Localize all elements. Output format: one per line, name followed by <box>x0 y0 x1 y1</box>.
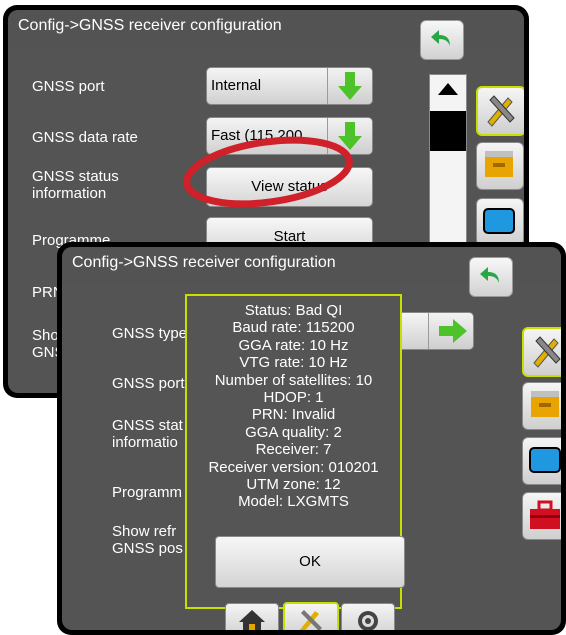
gnss-port-dropdown[interactable]: Internal <box>206 67 373 105</box>
gnss-status-label: GNSS status information <box>32 168 119 202</box>
front-screen-content: Config->GNSS receiver configuration GNSS… <box>62 247 561 630</box>
gnss-port-label: GNSS port <box>112 375 185 392</box>
status-line: UTM zone: 12 <box>246 476 341 494</box>
display-icon <box>483 208 515 234</box>
status-line: GGA rate: 10 Hz <box>238 336 349 354</box>
tools-tab[interactable] <box>476 86 524 136</box>
gnss-type-label: GNSS type <box>112 325 188 342</box>
front-screen: Config->GNSS receiver configuration GNSS… <box>57 242 566 635</box>
status-line: Receiver version: 010201 <box>208 458 379 476</box>
tools-bottom-tab[interactable] <box>283 602 339 630</box>
gnss-port-label: GNSS port <box>32 78 105 95</box>
gnss-status-label: GNSS stat informatio <box>112 417 183 451</box>
back-button[interactable] <box>469 257 513 297</box>
home-tab[interactable] <box>225 603 279 630</box>
scroll-up-icon <box>438 83 458 95</box>
gnss-data-rate-label: GNSS data rate <box>32 129 138 146</box>
green-down-arrow-icon <box>338 72 362 100</box>
status-line: Model: LXGMTS <box>238 493 349 511</box>
page-title: Config->GNSS receiver configuration <box>72 254 336 271</box>
highlight-circle <box>183 136 353 208</box>
tools-tab[interactable] <box>522 327 561 377</box>
status-line: PRN: Invalid <box>251 406 336 424</box>
status-line: HDOP: 1 <box>263 389 324 407</box>
status-line: GGA quality: 2 <box>245 423 342 441</box>
back-button[interactable] <box>420 20 464 60</box>
status-line: Baud rate: 115200 <box>232 319 355 337</box>
gnss-port-value: Internal <box>211 77 262 94</box>
gnss-status-dialog: Status: Bad QI Baud rate: 115200 GGA rat… <box>185 294 405 609</box>
settings-tab[interactable] <box>341 603 395 630</box>
green-right-arrow-icon <box>439 319 467 343</box>
show-refresh-label: Show refr GNSS pos <box>112 523 183 557</box>
tools-icon <box>487 95 515 127</box>
status-line: Status: Bad QI <box>244 302 343 319</box>
console-icon <box>485 151 513 177</box>
home-icon <box>239 610 265 630</box>
programme-label: Programm <box>112 484 183 501</box>
scroll-thumb[interactable] <box>430 111 466 151</box>
tools-icon <box>533 336 561 368</box>
gear-icon <box>358 611 378 630</box>
toolbox-tab[interactable] <box>522 492 561 540</box>
ok-button[interactable]: OK <box>215 536 405 588</box>
status-line: VTG rate: 10 Hz <box>239 354 348 372</box>
toolbox-icon <box>530 500 560 529</box>
gnss-type-dropdown[interactable] <box>392 312 474 350</box>
back-arrow-icon <box>480 267 499 283</box>
display-tab[interactable] <box>522 437 561 485</box>
status-line: Number of satellites: 10 <box>214 371 373 389</box>
status-line: Receiver: 7 <box>255 441 332 459</box>
console-tab[interactable] <box>522 382 561 430</box>
display-icon <box>529 447 561 473</box>
back-arrow-icon <box>431 30 450 46</box>
page-title: Config->GNSS receiver configuration <box>18 17 282 34</box>
status-lines: Status: Bad QI Baud rate: 115200 GGA rat… <box>187 302 400 511</box>
tools-icon <box>299 610 322 630</box>
display-tab[interactable] <box>476 198 524 246</box>
console-icon <box>531 391 559 417</box>
console-tab[interactable] <box>476 142 524 190</box>
